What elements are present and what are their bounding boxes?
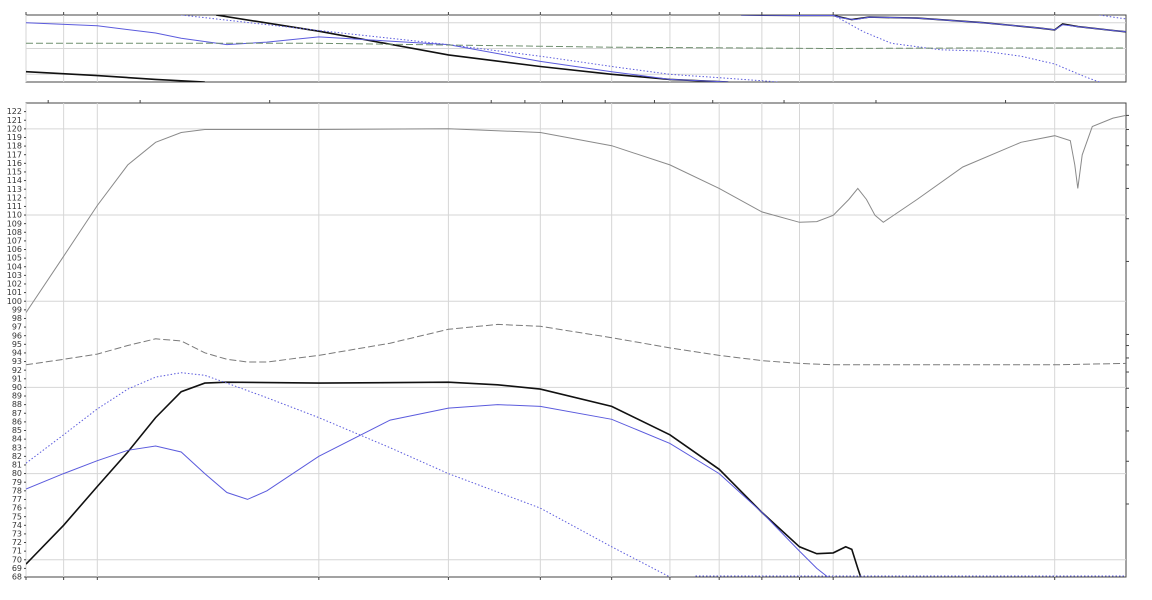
db-tick-label: 90 [12,383,22,392]
db-tick-label: 88 [12,400,22,409]
db-tick-label: 78 [12,486,22,495]
db-tick-label: 114 [7,176,22,185]
db-tick-label: 104 [7,262,22,271]
db-tick-label: 73 [12,530,22,539]
db-tick-label: 72 [12,538,22,547]
db-tick-label: 101 [7,288,22,297]
db-tick-label: 105 [7,254,22,263]
phase-panel [25,12,1127,83]
db-tick-label: 79 [12,478,22,487]
db-tick-label: 94 [12,349,22,358]
db-tick-label: 84 [12,435,22,444]
db-tick-label: 93 [12,357,22,366]
spl-impedance-panel: 6869707172737475767778798081828384858687… [7,100,1129,582]
db-tick-label: 85 [12,426,22,435]
db-tick-label: 99 [12,305,22,314]
db-tick-label: 106 [7,245,22,254]
db-tick-label: 81 [12,461,22,470]
db-tick-label: 102 [7,280,22,289]
db-tick-label: 96 [12,331,22,340]
db-tick-label: 77 [12,495,22,504]
db-tick-label: 71 [12,547,22,556]
db-tick-label: 95 [12,340,22,349]
db-tick-label: 120 [7,124,22,133]
db-tick-label: 76 [12,504,22,513]
db-tick-label: 108 [7,228,22,237]
db-tick-label: 82 [12,452,22,461]
db-tick-label: 98 [12,314,22,323]
db-tick-label: 97 [12,323,22,332]
db-tick-label: 80 [12,469,22,478]
db-tick-label: 92 [12,366,22,375]
db-tick-label: 112 [7,193,22,202]
db-tick-label: 70 [12,555,22,564]
db-tick-label: 83 [12,443,22,452]
db-tick-label: 89 [12,392,22,401]
db-tick-label: 75 [12,512,22,521]
db-tick-label: 68 [12,573,22,582]
db-tick-label: 113 [7,185,22,194]
db-tick-label: 109 [7,219,22,228]
db-tick-label: 115 [7,168,22,177]
db-tick-label: 69 [12,564,22,573]
db-tick-label: 86 [12,417,22,426]
db-tick-label: 121 [7,116,22,125]
db-tick-label: 117 [7,150,22,159]
db-tick-label: 119 [7,133,22,142]
db-tick-label: 118 [7,142,22,151]
db-tick-label: 107 [7,236,22,245]
main-frame [25,102,1127,578]
db-tick-label: 103 [7,271,22,280]
db-tick-label: 87 [12,409,22,418]
db-tick-label: 91 [12,374,22,383]
chart: 6869707172737475767778798081828384858687… [7,12,1129,582]
db-tick-label: 100 [7,297,22,306]
db-tick-label: 110 [7,211,22,220]
db-tick-label: 122 [7,107,22,116]
db-tick-label: 74 [12,521,22,530]
db-tick-label: 111 [7,202,22,211]
db-tick-label: 116 [7,159,22,168]
